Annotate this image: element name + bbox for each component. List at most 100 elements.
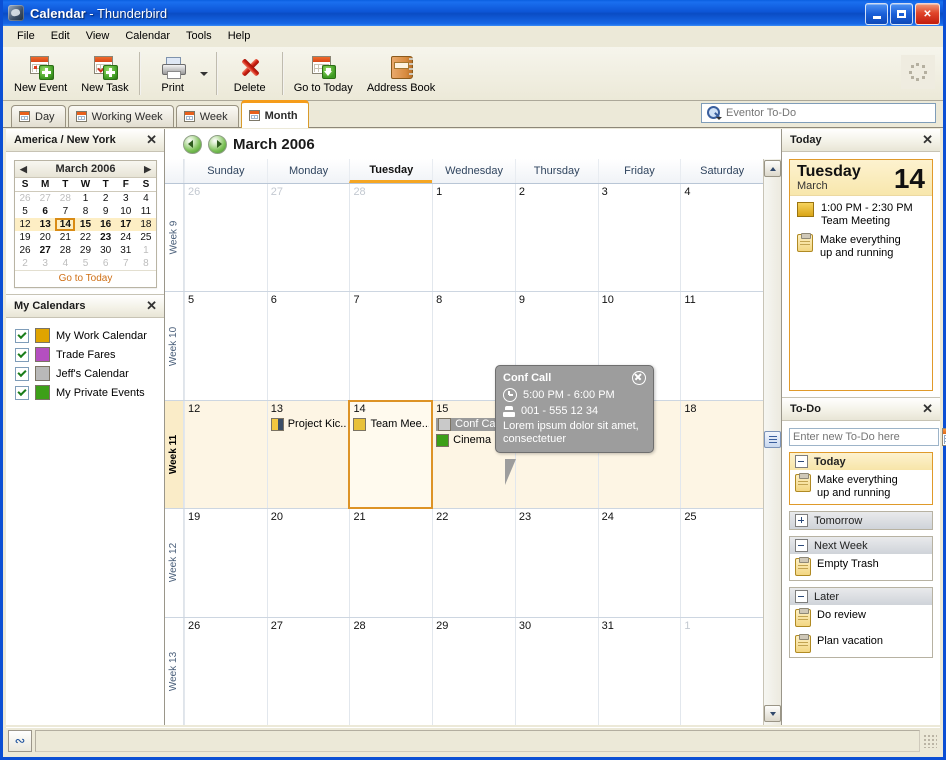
calendar-checkbox[interactable] (15, 385, 29, 400)
calendar-vertical-scrollbar[interactable] (763, 159, 781, 725)
mini-calendar-go-to-today-link[interactable]: Go to Today (15, 270, 156, 287)
calendar-day-cell[interactable]: 25 (680, 509, 763, 617)
tab-month[interactable]: Month (240, 100, 309, 128)
calendar-day-cell[interactable]: 18 (680, 400, 764, 509)
scroll-down-button[interactable] (764, 705, 781, 722)
mini-calendar-day-cell[interactable]: 18 (135, 218, 156, 231)
mini-calendar[interactable]: ◀ March 2006 ▶ SMTWTFS 26 27 28 1 2 3 4 5 6 7 8 9 10… (14, 160, 157, 288)
mini-calendar-day-cell[interactable]: 7 (55, 205, 75, 218)
calendar-day-cell[interactable]: 23 (514, 509, 598, 617)
mini-calendar-day-cell[interactable]: 6 (35, 205, 55, 218)
calendar-day-cell[interactable]: 26 (184, 184, 267, 292)
mini-calendar-day-cell[interactable]: 12 (15, 218, 36, 231)
search-box[interactable] (701, 103, 936, 123)
mini-calendar-day-cell[interactable]: 13 (35, 218, 56, 231)
calendar-list-item[interactable]: My Work Calendar (15, 326, 158, 345)
menu-calendar[interactable]: Calendar (117, 28, 178, 44)
calendar-list-item[interactable]: Trade Fares (15, 345, 158, 364)
calendar-day-cell[interactable]: 4 (680, 184, 763, 292)
next-month-button[interactable] (208, 134, 227, 154)
mini-calendar-day-cell[interactable]: 4 (136, 192, 156, 206)
calendar-day-cell[interactable]: 3 (597, 184, 681, 292)
mini-calendar-next-icon[interactable]: ▶ (144, 164, 151, 175)
scroll-up-button[interactable] (764, 160, 781, 177)
calendar-day-cell[interactable]: 19 (184, 509, 267, 617)
mini-calendar-day-cell[interactable]: 26 (15, 244, 35, 257)
tab-working-week[interactable]: Working Week (67, 105, 174, 127)
mini-calendar-day-cell[interactable]: 10 (116, 205, 136, 218)
todo-panel-close-icon[interactable]: ✕ (922, 402, 933, 415)
event-tooltip[interactable]: Conf Call 5:00 PM - 6:00 PM 001 - 555 12… (495, 365, 654, 485)
calendar-day-cell[interactable]: 1 (680, 617, 763, 726)
mini-calendar-day-cell[interactable]: 1 (136, 244, 156, 257)
calendar-day-cell[interactable]: 29 (432, 617, 515, 726)
todo-group-header[interactable]: Today (790, 453, 932, 470)
mini-calendar-day-cell[interactable]: 23 (96, 231, 116, 244)
mini-calendar-day-cell[interactable]: 3 (35, 257, 55, 270)
calendar-day-cell[interactable]: 20 (266, 509, 350, 617)
maximize-button[interactable] (890, 3, 913, 25)
calendar-event-chip[interactable]: Team Mee... (353, 417, 429, 431)
mini-calendar-day-cell[interactable]: 11 (136, 205, 156, 218)
mini-calendar-day-cell[interactable]: 7 (116, 257, 136, 270)
print-dropdown-icon[interactable] (199, 71, 208, 76)
previous-month-button[interactable] (183, 134, 202, 154)
calendar-day-cell[interactable]: 6 (266, 292, 350, 400)
todo-item[interactable]: Make everything up and running (790, 470, 932, 504)
todo-input[interactable] (789, 428, 939, 446)
calendar-day-cell[interactable]: 2 (514, 184, 598, 292)
calendar-day-cell[interactable]: 12 (184, 400, 267, 509)
mini-calendar-day-cell[interactable]: 6 (96, 257, 116, 270)
collapse-icon[interactable] (795, 590, 808, 603)
today-panel-close-icon[interactable]: ✕ (922, 133, 933, 146)
mini-calendar-day-cell[interactable]: 27 (35, 192, 55, 206)
mini-calendar-day-cell[interactable]: 17 (115, 218, 136, 231)
mini-calendar-day-cell[interactable]: 30 (96, 244, 116, 257)
mini-calendar-day-cell[interactable]: 28 (55, 192, 75, 206)
new-task-button[interactable]: New Task (74, 47, 135, 100)
sync-icon[interactable]: ∾ (8, 730, 32, 752)
mini-calendar-day-cell[interactable]: 3 (116, 192, 136, 206)
calendar-day-cell[interactable]: 28 (349, 617, 432, 726)
calendar-day-cell[interactable]: 21 (349, 509, 432, 617)
print-button[interactable]: Print (144, 47, 202, 100)
mini-calendar-day-cell[interactable]: 5 (15, 205, 35, 218)
calendar-list-item[interactable]: Jeff's Calendar (15, 364, 158, 383)
calendar-day-cell[interactable]: 1 (432, 184, 515, 292)
menu-edit[interactable]: Edit (43, 28, 78, 44)
mini-calendar-day-cell[interactable]: 2 (96, 192, 116, 206)
calendar-day-cell[interactable]: 22 (432, 509, 515, 617)
minimize-button[interactable] (865, 3, 888, 25)
today-item[interactable]: Make everything up and running (790, 228, 932, 260)
collapse-icon[interactable] (795, 539, 808, 552)
go-to-today-button[interactable]: Go to Today (287, 47, 360, 100)
todo-group-header[interactable]: Tomorrow (790, 512, 932, 529)
calendar-day-cell[interactable]: 11 (680, 292, 763, 400)
mini-calendar-day-cell[interactable]: 8 (136, 257, 156, 270)
calendar-day-cell[interactable]: 27 (266, 184, 350, 292)
today-item[interactable]: 1:00 PM - 2:30 PM Team Meeting (790, 196, 932, 228)
todo-item[interactable]: Do review (790, 605, 932, 631)
todo-group-header[interactable]: Next Week (790, 537, 932, 554)
mini-calendar-today-cell[interactable]: 14 (55, 218, 76, 231)
mini-calendar-day-cell[interactable]: 31 (116, 244, 136, 257)
mini-calendar-day-cell[interactable]: 24 (116, 231, 136, 244)
scrollbar-thumb[interactable] (764, 431, 781, 448)
mini-calendar-day-cell[interactable]: 4 (55, 257, 75, 270)
mini-calendar-day-cell[interactable]: 8 (75, 205, 95, 218)
mini-calendar-day-cell[interactable]: 21 (55, 231, 75, 244)
mini-calendar-day-cell[interactable]: 5 (75, 257, 95, 270)
calendar-event-chip[interactable]: Project Kic... (270, 417, 346, 431)
mini-calendar-day-cell[interactable]: 26 (15, 192, 35, 206)
new-event-button[interactable]: New Event (7, 47, 74, 100)
close-button[interactable]: ✕ (915, 3, 940, 25)
calendar-checkbox[interactable] (15, 328, 29, 343)
search-input[interactable] (724, 106, 935, 120)
menu-help[interactable]: Help (220, 28, 259, 44)
todo-item[interactable]: Empty Trash (790, 554, 932, 580)
calendar-day-cell[interactable]: 24 (597, 509, 681, 617)
calendar-day-cell-today[interactable]: 14 Team Mee... (348, 399, 434, 510)
mini-calendar-day-cell[interactable]: 22 (75, 231, 95, 244)
mini-calendar-day-cell[interactable]: 9 (96, 205, 116, 218)
mini-calendar-day-cell[interactable]: 1 (75, 192, 95, 206)
